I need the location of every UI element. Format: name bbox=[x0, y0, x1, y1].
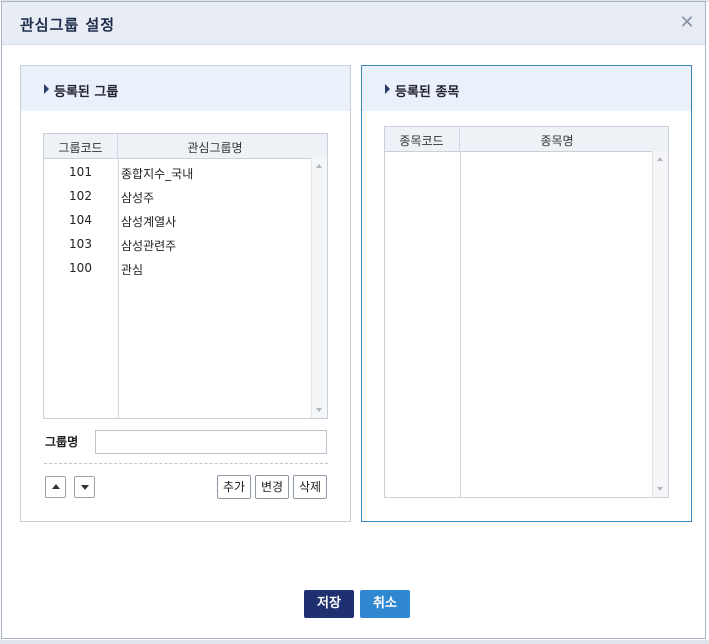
close-icon[interactable]: ✕ bbox=[676, 12, 698, 34]
group-name-cell: 관심 bbox=[121, 263, 144, 277]
group-name-label: 그룹명 bbox=[45, 435, 79, 449]
caret-right-icon bbox=[44, 84, 49, 94]
group-name-input[interactable] bbox=[95, 430, 327, 454]
table-row[interactable]: 102 삼성주 bbox=[44, 184, 312, 208]
cancel-button[interactable]: 취소 bbox=[360, 590, 410, 618]
watchlist-group-dialog: 관심그룹 설정 ✕ 등록된 그룹 그룹코드 관심그룹명 101 종합지수_국내 … bbox=[1, 1, 706, 639]
dialog-header: 관심그룹 설정 ✕ bbox=[2, 2, 705, 45]
stock-table: 종목코드 종목명 bbox=[384, 126, 669, 498]
column-divider bbox=[460, 151, 461, 497]
group-code-cell: 104 bbox=[69, 213, 92, 227]
delete-button[interactable]: 삭제 bbox=[293, 475, 327, 499]
caret-right-icon bbox=[385, 84, 390, 94]
group-table-header: 그룹코드 관심그룹명 bbox=[44, 134, 327, 159]
group-name-cell: 삼성계열사 bbox=[121, 215, 177, 229]
move-up-button[interactable] bbox=[45, 476, 66, 498]
col-header-stock-code[interactable]: 종목코드 bbox=[385, 132, 458, 149]
col-header-group-name[interactable]: 관심그룹명 bbox=[118, 139, 312, 156]
table-row[interactable]: 101 종합지수_국내 bbox=[44, 160, 312, 184]
chevron-up-icon bbox=[52, 484, 60, 489]
stock-table-scrollbar[interactable] bbox=[652, 151, 668, 497]
scroll-up-icon[interactable] bbox=[316, 164, 322, 168]
move-down-button[interactable] bbox=[74, 476, 95, 498]
col-header-stock-name[interactable]: 종목명 bbox=[460, 132, 654, 149]
scroll-down-icon[interactable] bbox=[316, 408, 322, 412]
group-code-cell: 102 bbox=[69, 189, 92, 203]
chevron-down-icon bbox=[81, 485, 89, 490]
change-button[interactable]: 변경 bbox=[255, 475, 289, 499]
group-table-scrollbar[interactable] bbox=[311, 158, 327, 418]
table-row[interactable]: 100 관심 bbox=[44, 256, 312, 280]
background-app-bottom bbox=[0, 640, 709, 644]
table-row[interactable]: 103 삼성관련주 bbox=[44, 232, 312, 256]
col-header-group-code[interactable]: 그룹코드 bbox=[44, 139, 117, 156]
group-name-cell: 종합지수_국내 bbox=[121, 167, 194, 181]
add-button[interactable]: 추가 bbox=[217, 475, 251, 499]
group-table: 그룹코드 관심그룹명 101 종합지수_국내 102 삼성주 104 삼성계열사… bbox=[43, 133, 328, 419]
stock-table-header: 종목코드 종목명 bbox=[385, 127, 668, 152]
divider bbox=[44, 463, 328, 464]
scroll-up-icon[interactable] bbox=[657, 157, 663, 161]
scroll-down-icon[interactable] bbox=[657, 487, 663, 491]
save-button[interactable]: 저장 bbox=[304, 590, 354, 618]
group-code-cell: 100 bbox=[69, 261, 92, 275]
group-code-cell: 101 bbox=[69, 165, 92, 179]
registered-groups-header: 등록된 그룹 bbox=[21, 66, 350, 111]
group-code-cell: 103 bbox=[69, 237, 92, 251]
registered-stocks-header: 등록된 종목 bbox=[362, 66, 691, 111]
table-row[interactable]: 104 삼성계열사 bbox=[44, 208, 312, 232]
dialog-title: 관심그룹 설정 bbox=[20, 16, 116, 34]
group-name-cell: 삼성관련주 bbox=[121, 239, 177, 253]
registered-groups-title: 등록된 그룹 bbox=[54, 85, 119, 100]
registered-stocks-title: 등록된 종목 bbox=[395, 85, 460, 100]
group-name-cell: 삼성주 bbox=[121, 191, 155, 205]
